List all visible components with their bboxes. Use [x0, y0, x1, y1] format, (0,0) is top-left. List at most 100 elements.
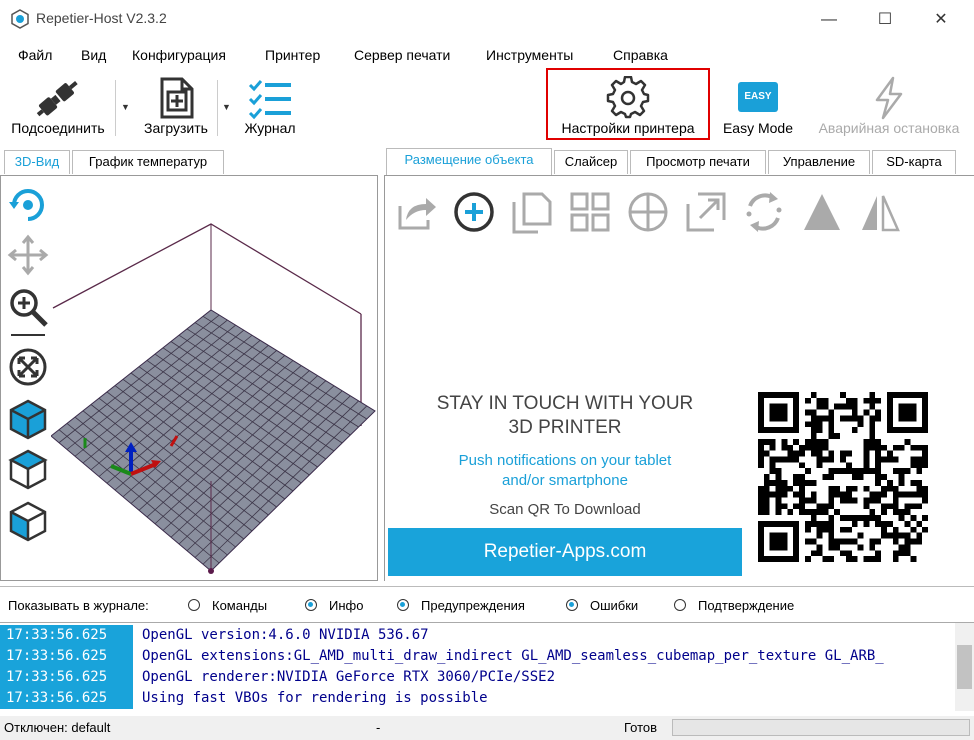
- toolbar-separator: [115, 80, 116, 136]
- filter-commands-radio[interactable]: [188, 599, 200, 611]
- zoom-view-icon[interactable]: [7, 286, 49, 328]
- connect-button[interactable]: Подсоединить: [2, 76, 114, 136]
- filter-errors-radio[interactable]: [566, 599, 578, 611]
- log-message: OpenGL extensions:GL_AMD_multi_draw_indi…: [142, 648, 884, 664]
- easy-mode-button[interactable]: EASY Easy Mode: [716, 76, 800, 136]
- promo-headline-line2: 3D PRINTER: [508, 417, 622, 438]
- log-list: 17:33:56.625 OpenGL version:4.6.0 NVIDIA…: [0, 622, 974, 711]
- promo-headline-line1: STAY IN TOUCH WITH YOUR: [436, 393, 694, 414]
- easy-mode-label: Easy Mode: [722, 120, 794, 136]
- repetier-apps-link[interactable]: Repetier-Apps.com: [388, 528, 742, 576]
- separator: [11, 334, 45, 336]
- move-view-icon[interactable]: [7, 234, 49, 276]
- add-object-icon[interactable]: [452, 190, 496, 234]
- log-message: Using fast VBOs for rendering is possibl…: [142, 690, 488, 706]
- menu-print-server[interactable]: Сервер печати: [354, 47, 450, 63]
- log-scrollbar-thumb[interactable]: [957, 645, 972, 689]
- easy-badge-icon: EASY: [738, 82, 778, 112]
- log-row: 17:33:56.625 OpenGL extensions:GL_AMD_mu…: [0, 646, 954, 667]
- promo-scan-text: Scan QR To Download: [489, 501, 641, 518]
- rotate-view-icon[interactable]: [7, 184, 49, 226]
- tab-print-preview[interactable]: Просмотр печати: [630, 150, 766, 174]
- promo-headline: STAY IN TOUCH WITH YOUR 3D PRINTER: [388, 392, 742, 440]
- export-icon[interactable]: [394, 190, 438, 234]
- menu-file[interactable]: Файл: [18, 47, 52, 63]
- status-bar: Отключен: default - Готов: [0, 716, 974, 740]
- load-dropdown-icon[interactable]: ▼: [222, 102, 231, 112]
- gear-icon: [606, 76, 650, 119]
- log-scrollbar[interactable]: [955, 623, 974, 711]
- tab-sd-card[interactable]: SD-карта: [872, 150, 956, 174]
- log-message: OpenGL renderer:NVIDIA GeForce RTX 3060/…: [142, 669, 556, 685]
- center-object-icon[interactable]: [626, 190, 670, 234]
- 3d-view-panel: [0, 175, 378, 581]
- scale-object-icon[interactable]: [684, 190, 728, 234]
- tab-object-placement[interactable]: Размещение объекта: [386, 148, 552, 175]
- mirror-object-icon[interactable]: [858, 190, 902, 234]
- log-row: 17:33:56.625 OpenGL version:4.6.0 NVIDIA…: [0, 625, 954, 646]
- log-time: 17:33:56.625: [0, 625, 133, 646]
- log-row: 17:33:56.625 OpenGL renderer:NVIDIA GeFo…: [0, 667, 954, 688]
- filter-warnings-radio[interactable]: [397, 599, 409, 611]
- lightning-icon: [875, 76, 903, 120]
- promo-subtitle-line1: Push notifications on your tablet: [458, 452, 672, 469]
- fit-view-icon[interactable]: [7, 346, 49, 388]
- progress-bar: [672, 719, 970, 736]
- printer-settings-label: Настройки принтера: [561, 120, 695, 136]
- tab-slicer[interactable]: Слайсер: [554, 150, 628, 174]
- toolbar: Подсоединить ▼ Загрузить ▼ Журнал Настро…: [0, 68, 974, 142]
- tab-3d-view[interactable]: 3D-Вид: [4, 150, 70, 174]
- emergency-stop-button[interactable]: Аварийная остановка: [806, 76, 972, 136]
- menu-view[interactable]: Вид: [81, 47, 106, 63]
- top-view-icon[interactable]: [7, 448, 49, 490]
- qr-code[interactable]: [758, 392, 928, 562]
- menu-help[interactable]: Справка: [613, 47, 668, 63]
- iso-view-icon[interactable]: [7, 398, 49, 440]
- log-time: 17:33:56.625: [0, 667, 133, 688]
- menu-printer[interactable]: Принтер: [265, 47, 320, 63]
- maximize-button[interactable]: ☐: [862, 6, 908, 34]
- front-view-icon[interactable]: [7, 500, 49, 542]
- splitter[interactable]: [0, 586, 974, 587]
- rotate-object-icon[interactable]: [742, 190, 786, 234]
- filter-acknowledge-radio[interactable]: [674, 599, 686, 611]
- plug-icon: [36, 81, 78, 117]
- log-button[interactable]: Журнал: [236, 76, 304, 136]
- promo-subtitle-line2: and/or smartphone: [502, 472, 628, 489]
- load-label: Загрузить: [144, 120, 208, 136]
- checklist-icon: [248, 80, 291, 120]
- filter-info-radio[interactable]: [305, 599, 317, 611]
- log-row: 17:33:56.625 Using fast VBOs for renderi…: [0, 688, 954, 709]
- repetier-logo-icon: [11, 9, 29, 29]
- window-title: Repetier-Host V2.3.2: [36, 10, 167, 26]
- log-label: Журнал: [244, 120, 296, 136]
- cut-object-icon[interactable]: [800, 190, 844, 234]
- add-file-icon: [160, 77, 194, 119]
- tab-control[interactable]: Управление: [768, 150, 870, 174]
- printer-settings-button[interactable]: Настройки принтера: [548, 76, 708, 136]
- arrange-grid-icon[interactable]: [568, 190, 612, 234]
- filter-warnings-label: Предупреждения: [421, 598, 525, 613]
- connect-label: Подсоединить: [11, 120, 105, 136]
- filter-acknowledge-label: Подтверждение: [698, 598, 795, 613]
- toolbar-separator: [217, 80, 218, 136]
- promo-subtitle: Push notifications on your tablet and/or…: [388, 451, 742, 491]
- menu-bar: Файл Вид Конфигурация Принтер Сервер печ…: [0, 44, 974, 68]
- connection-status: Отключен: default: [4, 720, 111, 735]
- log-time: 17:33:56.625: [0, 688, 133, 709]
- copy-object-icon[interactable]: [510, 190, 554, 234]
- filter-info-label: Инфо: [329, 598, 364, 613]
- menu-tools[interactable]: Инструменты: [486, 47, 573, 63]
- load-button[interactable]: Загрузить: [136, 76, 216, 136]
- filter-errors-label: Ошибки: [590, 598, 639, 613]
- menu-configuration[interactable]: Конфигурация: [132, 47, 226, 63]
- tab-temperature-graph[interactable]: График температур: [72, 150, 224, 174]
- panel-border: [385, 175, 974, 176]
- log-time: 17:33:56.625: [0, 646, 133, 667]
- print-state: Готов: [624, 720, 658, 735]
- connect-dropdown-icon[interactable]: ▼: [121, 102, 130, 112]
- log-filter-label: Показывать в журнале:: [8, 598, 149, 613]
- log-message: OpenGL version:4.6.0 NVIDIA 536.67: [142, 627, 429, 643]
- close-button[interactable]: ✕: [918, 6, 964, 34]
- minimize-button[interactable]: —: [806, 6, 852, 34]
